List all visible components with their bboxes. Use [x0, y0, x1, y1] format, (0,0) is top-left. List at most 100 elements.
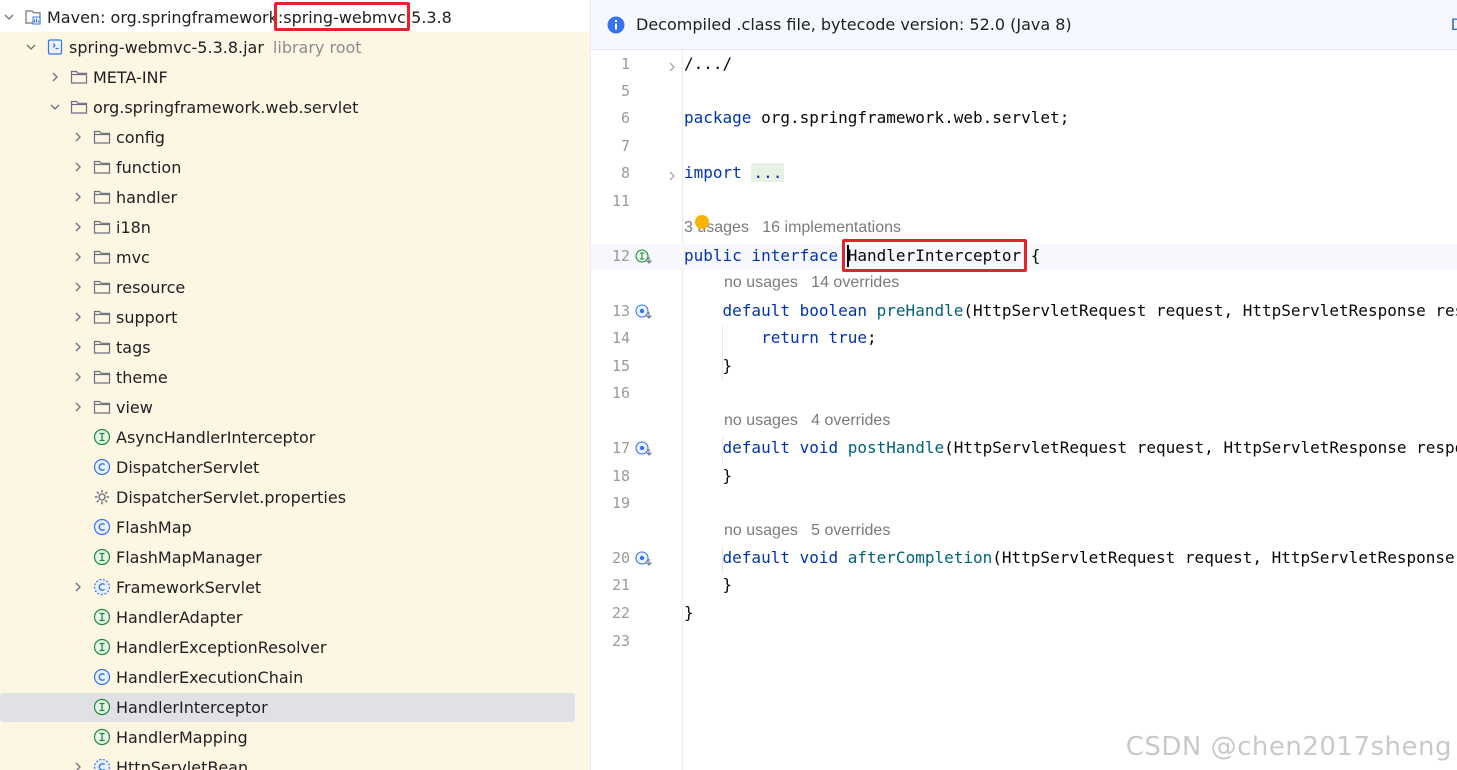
line-number: 19 — [611, 494, 630, 512]
code-line[interactable]: 7 — [591, 134, 1457, 160]
chevron-right-icon[interactable] — [71, 310, 85, 324]
tree-item-theme[interactable]: theme — [0, 362, 590, 392]
tree-item-config[interactable]: config — [0, 122, 590, 152]
tree-item-label: FrameworkServlet — [116, 577, 262, 597]
fold-chevron-icon[interactable] — [666, 167, 678, 181]
interface-icon — [93, 638, 111, 656]
tree-item-label: resource — [116, 277, 186, 297]
info-icon — [607, 16, 625, 33]
tree-item-handler[interactable]: handler — [0, 182, 590, 212]
code-line[interactable]: 6 package org.springframework.web.servlet… — [591, 106, 1457, 132]
line-number: 23 — [611, 632, 630, 650]
code-lens-hint[interactable]: 3 usages 16 implementations — [684, 219, 901, 237]
code-line[interactable]: 8 import ... — [591, 161, 1457, 187]
tree-item-handlerexecutionchain[interactable]: HandlerExecutionChain — [0, 662, 590, 692]
tree-item-label: view — [116, 397, 153, 417]
code-line[interactable]: 1 /.../ — [591, 52, 1457, 78]
folder-icon — [70, 98, 88, 116]
tree-item-label: HandlerExecutionChain — [116, 667, 304, 687]
code-editor[interactable]: Decompiled .class file, bytecode version… — [591, 0, 1457, 770]
code-line[interactable]: 15 } — [591, 354, 1457, 380]
tree-item-org-springframework-web-servlet[interactable]: org.springframework.web.servlet — [0, 92, 590, 122]
chevron-right-icon[interactable] — [71, 220, 85, 234]
tree-item-view[interactable]: view — [0, 392, 590, 422]
fold-chevron-icon[interactable] — [666, 58, 678, 72]
tree-item-label: mvc — [116, 247, 150, 267]
interface-implemented-icon[interactable] — [635, 248, 653, 266]
code-line[interactable]: 20 default void afterCompletion(HttpServ… — [591, 546, 1457, 572]
tree-item-spring-webmvc-5-3-8-jar[interactable]: spring-webmvc-5.3.8.jar library root — [0, 32, 590, 62]
code-line[interactable]: 22} — [591, 601, 1457, 627]
watermark: CSDN @chen2017sheng — [1125, 732, 1452, 762]
line-number: 16 — [611, 384, 630, 402]
interface-name[interactable]: HandlerInterceptor — [848, 246, 1021, 265]
chevron-right-icon[interactable] — [71, 130, 85, 144]
chevron-right-icon[interactable] — [48, 70, 62, 84]
chevron-right-icon[interactable] — [71, 280, 85, 294]
tree-item-dispatcherservlet-properties[interactable]: DispatcherServlet.properties — [0, 482, 590, 512]
method-overridden-icon[interactable] — [635, 440, 653, 458]
chevron-right-icon[interactable] — [71, 160, 85, 174]
arrow-spacer — [71, 700, 85, 714]
lightbulb-icon[interactable] — [695, 215, 709, 229]
tree-item-dispatcherservlet[interactable]: DispatcherServlet — [0, 452, 590, 482]
interface-icon — [93, 608, 111, 626]
code-line[interactable]: 5 — [591, 79, 1457, 105]
tree-item-label: support — [116, 307, 178, 327]
tree-item-handlerinterceptor[interactable]: HandlerInterceptor — [0, 692, 590, 722]
chevron-right-icon[interactable] — [71, 190, 85, 204]
tree-item-meta-inf[interactable]: META-INF — [0, 62, 590, 92]
tree-item-resource[interactable]: resource — [0, 272, 590, 302]
chevron-right-icon[interactable] — [71, 250, 85, 264]
tree-item-httpservletbean[interactable]: HttpServletBean — [0, 752, 590, 770]
interface-icon — [93, 728, 111, 746]
code-line[interactable]: 18 } — [591, 464, 1457, 490]
code-line[interactable]: 17 default void postHandle(HttpServletRe… — [591, 436, 1457, 462]
class-icon — [93, 518, 111, 536]
method-overridden-icon[interactable] — [635, 550, 653, 568]
arrow-spacer — [71, 640, 85, 654]
interface-icon — [93, 428, 111, 446]
tree-item-function[interactable]: function — [0, 152, 590, 182]
code-text: } — [684, 575, 733, 594]
tree-item-mvc[interactable]: mvc — [0, 242, 590, 272]
line-number: 13 — [611, 302, 630, 320]
code-lens-hint[interactable]: no usages 5 overrides — [724, 522, 890, 540]
tree-item-support[interactable]: support — [0, 302, 590, 332]
chevron-right-icon[interactable] — [71, 580, 85, 594]
method-overridden-icon[interactable] — [635, 303, 653, 321]
tree-item-handleradapter[interactable]: HandlerAdapter — [0, 602, 590, 632]
chevron-right-icon[interactable] — [71, 370, 85, 384]
chevron-down-icon[interactable] — [48, 100, 62, 114]
tree-item-i18n[interactable]: i18n — [0, 212, 590, 242]
code-line[interactable]: 16 — [591, 381, 1457, 407]
code-line[interactable]: 11 — [591, 189, 1457, 215]
chevron-down-icon[interactable] — [24, 40, 38, 54]
tree-item-handlermapping[interactable]: HandlerMapping — [0, 722, 590, 752]
tree-item-label: config — [116, 127, 165, 147]
tree-item-tags[interactable]: tags — [0, 332, 590, 362]
code-lens-hint[interactable]: no usages 4 overrides — [724, 412, 890, 430]
code-line[interactable]: 12 public interface HandlerInterceptor { — [591, 244, 1457, 270]
code-line[interactable]: 19 — [591, 491, 1457, 517]
folder-icon — [93, 218, 111, 236]
code-line[interactable]: 13 default boolean preHandle(HttpServlet… — [591, 299, 1457, 325]
library-icon — [24, 8, 42, 26]
chevron-right-icon[interactable] — [71, 340, 85, 354]
chevron-right-icon[interactable] — [71, 760, 85, 770]
tree-item-asynchandlerinterceptor[interactable]: AsyncHandlerInterceptor — [0, 422, 590, 452]
tree-item-handlerexceptionresolver[interactable]: HandlerExceptionResolver — [0, 632, 590, 662]
code-line[interactable]: 23 — [591, 629, 1457, 655]
banner-link[interactable]: D — [1451, 15, 1457, 34]
code-lens-hint[interactable]: no usages 14 overrides — [724, 274, 899, 292]
tree-item-frameworkservlet[interactable]: FrameworkServlet — [0, 572, 590, 602]
tree-item-flashmap[interactable]: FlashMap — [0, 512, 590, 542]
tree-item-flashmapmanager[interactable]: FlashMapManager — [0, 542, 590, 572]
chevron-right-icon[interactable] — [71, 400, 85, 414]
chevron-down-icon[interactable] — [2, 10, 16, 24]
code-line[interactable]: 21 } — [591, 573, 1457, 599]
tree-item-label: handler — [116, 187, 178, 207]
code-line[interactable]: 14 return true; — [591, 326, 1457, 352]
tree-item-maven-org-springframework-spring-webmvc-5-3-8[interactable]: Maven: org.springframework:spring-webmvc… — [0, 2, 590, 32]
line-number: 6 — [620, 109, 630, 127]
